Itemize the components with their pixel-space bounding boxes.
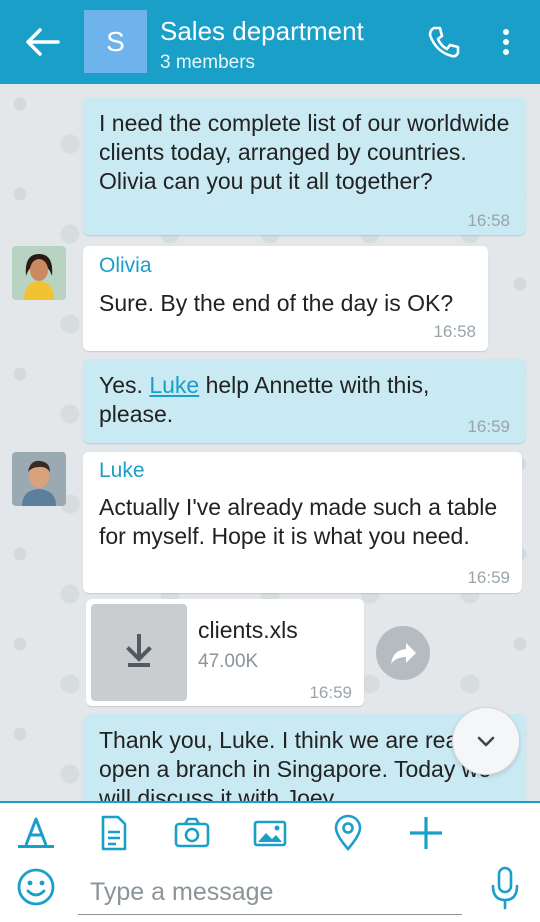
message-time: 16:59 bbox=[309, 683, 352, 702]
luke-avatar[interactable] bbox=[12, 452, 66, 506]
back-arrow-icon[interactable] bbox=[22, 24, 62, 60]
chat-title[interactable]: Sales department bbox=[160, 16, 364, 47]
document-icon[interactable] bbox=[94, 813, 134, 853]
sender-name[interactable]: Luke bbox=[99, 459, 145, 483]
active-tool-indicator bbox=[18, 845, 54, 848]
message-text: Yes. Luke help Annette with this, please… bbox=[99, 371, 499, 429]
camera-icon[interactable] bbox=[172, 813, 212, 853]
message-bubble-outgoing[interactable]: I need the complete list of our worldwid… bbox=[83, 97, 526, 235]
chevron-down-icon bbox=[477, 736, 495, 747]
message-bubble-incoming[interactable]: Olivia Sure. By the end of the day is OK… bbox=[83, 246, 488, 351]
mention-link[interactable]: Luke bbox=[149, 372, 199, 398]
more-options-icon[interactable] bbox=[496, 24, 516, 60]
emoji-icon[interactable] bbox=[16, 867, 56, 907]
message-bubble-outgoing[interactable]: Yes. Luke help Annette with this, please… bbox=[83, 359, 526, 443]
group-avatar[interactable]: S bbox=[84, 10, 147, 73]
forward-button[interactable] bbox=[376, 626, 430, 680]
location-pin-icon[interactable] bbox=[328, 813, 368, 853]
message-time: 16:59 bbox=[467, 417, 510, 436]
message-time: 16:59 bbox=[467, 568, 510, 587]
image-icon[interactable] bbox=[250, 813, 290, 853]
scroll-to-bottom-button[interactable] bbox=[452, 707, 520, 775]
message-text: Actually I've already made such a table … bbox=[99, 494, 498, 549]
message-text: I need the complete list of our worldwid… bbox=[99, 110, 510, 194]
members-count: 3 members bbox=[160, 52, 256, 73]
message-text: Sure. By the end of the day is OK? bbox=[99, 290, 454, 316]
olivia-avatar[interactable] bbox=[12, 246, 66, 300]
file-name[interactable]: clients.xls bbox=[198, 617, 298, 644]
message-time: 16:58 bbox=[433, 322, 476, 341]
sender-name[interactable]: Olivia bbox=[99, 254, 152, 278]
message-input-wrapper bbox=[78, 871, 462, 915]
add-icon[interactable] bbox=[406, 813, 446, 853]
phone-icon[interactable] bbox=[426, 24, 462, 60]
forward-icon bbox=[391, 643, 416, 664]
chat-header: S Sales department 3 members bbox=[0, 0, 540, 84]
file-message[interactable]: clients.xls 47.00K 16:59 bbox=[86, 599, 364, 706]
chat-messages[interactable]: I need the complete list of our worldwid… bbox=[0, 84, 540, 802]
composer bbox=[0, 803, 540, 922]
microphone-icon[interactable] bbox=[488, 865, 522, 911]
message-text-part: Yes. bbox=[99, 372, 150, 398]
download-icon[interactable] bbox=[91, 604, 187, 701]
message-bubble-incoming[interactable]: Luke Actually I've already made such a t… bbox=[83, 452, 522, 593]
message-input[interactable] bbox=[78, 871, 462, 913]
message-time: 16:58 bbox=[467, 211, 510, 230]
file-download-area[interactable] bbox=[91, 604, 187, 701]
file-size: 47.00K bbox=[198, 651, 259, 672]
